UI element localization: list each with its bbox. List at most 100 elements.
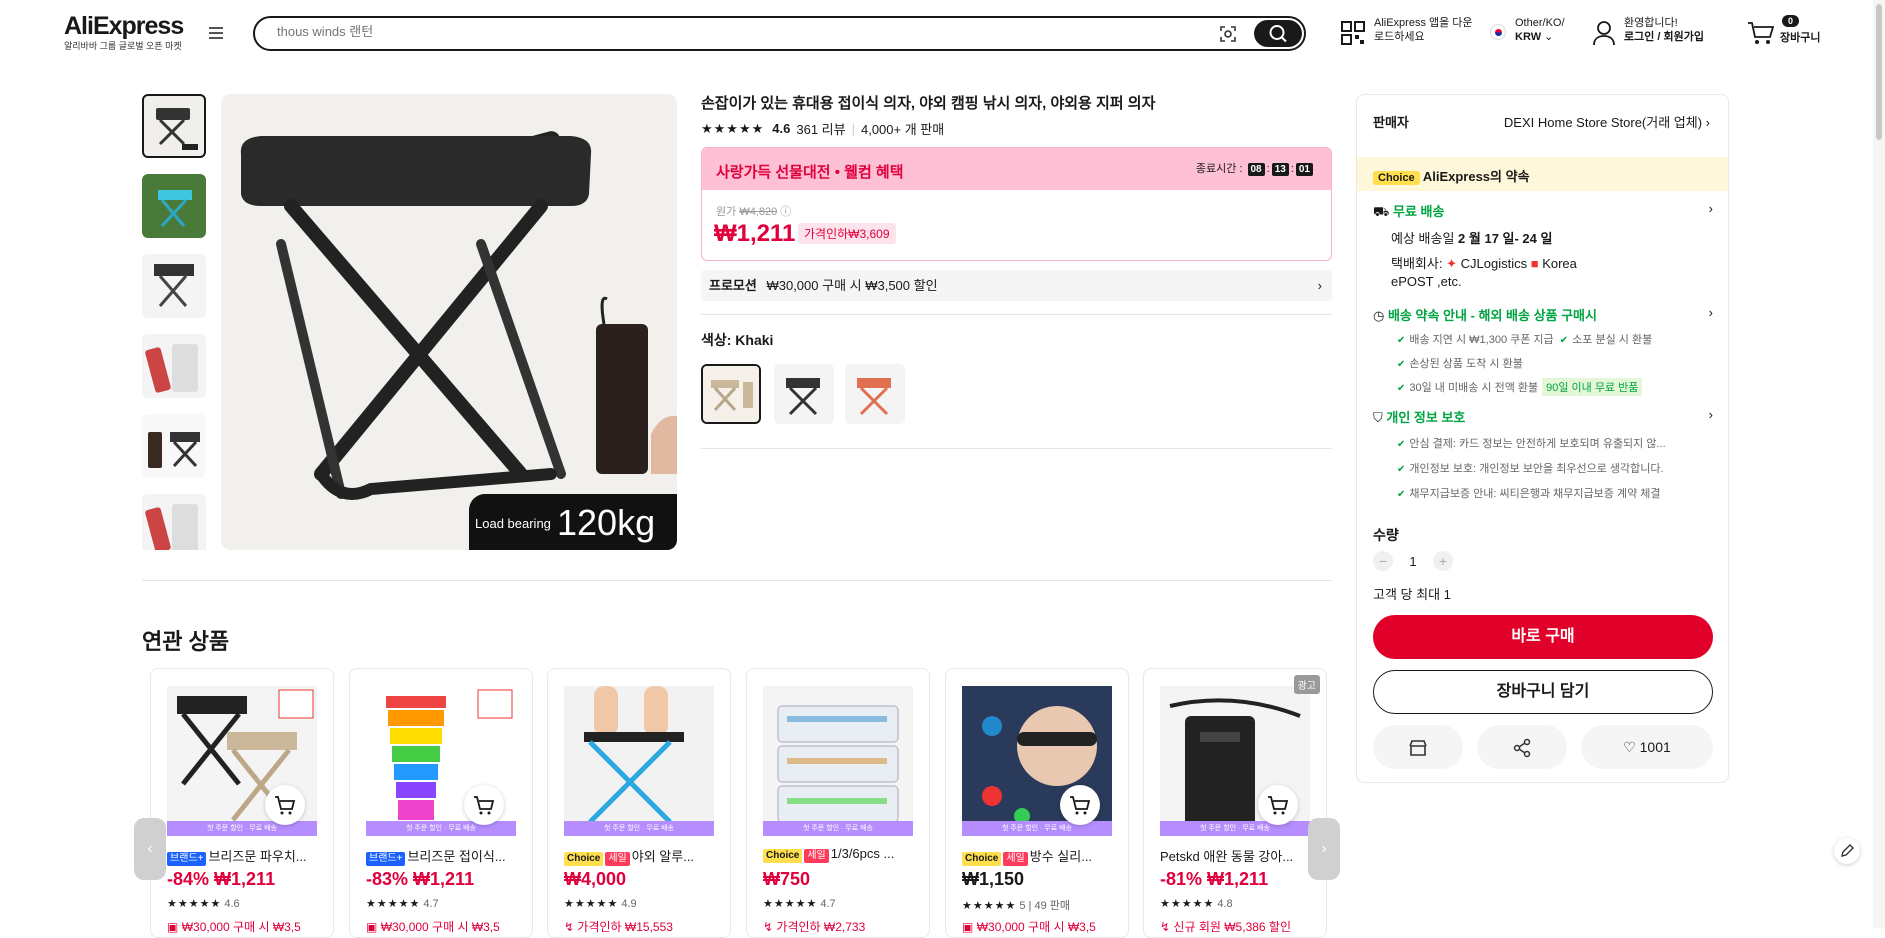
- promo-strip: 첫 주문 할인 · 무료 배송: [564, 821, 714, 836]
- promotion-row[interactable]: 프로모션 ₩30,000 구매 시 ₩3,500 할인 ›: [701, 270, 1332, 301]
- product-card[interactable]: 첫 주문 할인 · 무료 배송 광고 Petskd 애완 동물 강아... -8…: [1143, 668, 1327, 938]
- coupon-icon: ▣: [366, 920, 378, 934]
- product-card-discount: -83%: [366, 869, 409, 889]
- product-card[interactable]: 첫 주문 할인 · 무료 배송 Choice 세일 1/3/6pcs ... ₩75…: [746, 668, 930, 938]
- color-label: 색상: Khaki: [701, 332, 774, 348]
- promotion-label: 프로모션: [709, 278, 757, 293]
- delivery-guarantee-section[interactable]: ◷ 배송 약속 안내 - 해외 배송 상품 구매시 › ✔ 배송 지연 시 ₩1,3…: [1373, 305, 1713, 396]
- color-swatch-black[interactable]: [774, 364, 834, 424]
- product-card-coupon: ₩30,000 구매 시 ₩3,5: [380, 920, 500, 934]
- product-card-sold: 49 판매: [1034, 900, 1071, 912]
- share-button[interactable]: [1477, 725, 1567, 769]
- login-link[interactable]: 로그인 / 회원가입: [1624, 31, 1704, 43]
- delivery-dates: 2 월 17 일- 24 일: [1458, 231, 1553, 246]
- main-product-image[interactable]: Load bearing 120kg: [221, 94, 677, 550]
- product-card-rating: 4.6: [224, 898, 240, 910]
- account-menu[interactable]: 환영합니다! 로그인 / 회원가입: [1624, 16, 1704, 44]
- carrier-name-1: CJLogistics: [1460, 256, 1528, 271]
- rating-stars-icon: ★★★★★: [962, 900, 1017, 912]
- info-icon[interactable]: ⓘ: [780, 206, 791, 218]
- carrier-label: 택배회사:: [1391, 256, 1443, 271]
- choice-badge: Choice: [763, 849, 803, 863]
- add-to-cart-icon[interactable]: [1060, 785, 1100, 825]
- aliexpress-logo[interactable]: AliExpress 알리바바 그룹 글로벌 오픈 마켓: [64, 12, 184, 52]
- thumbnail-1[interactable]: [142, 94, 206, 158]
- carousel-prev-button[interactable]: ‹: [134, 818, 166, 880]
- add-to-cart-icon[interactable]: [265, 785, 305, 825]
- color-swatch-orange[interactable]: [845, 364, 905, 424]
- product-card-rating: 4.7: [423, 898, 439, 910]
- sale-price: ₩1,211: [714, 220, 796, 247]
- choice-promise-text: AliExpress의 약속: [1422, 169, 1530, 184]
- app-download-link[interactable]: AliExpress 앱을 다운로드하세요: [1374, 16, 1474, 44]
- product-card[interactable]: 첫 주문 할인 · 무료 배송 브랜드+ 브리즈문 접이식... -83% ₩1,…: [349, 668, 533, 938]
- price-drop-icon: ↯: [763, 920, 774, 934]
- store-button[interactable]: [1373, 725, 1463, 769]
- quantity-minus-button[interactable]: −: [1373, 551, 1393, 571]
- qr-code-icon[interactable]: [1340, 20, 1366, 46]
- wishlist-button[interactable]: ♡ 1001: [1581, 725, 1713, 769]
- thumbnail-5[interactable]: [142, 414, 206, 478]
- product-card-price: ₩1,211: [214, 869, 276, 889]
- sale-badge: 세일: [605, 852, 630, 866]
- image-search-icon[interactable]: [1218, 24, 1238, 44]
- add-to-cart-button[interactable]: 장바구니 담기: [1373, 670, 1713, 714]
- seller-store-link[interactable]: DEXI Home Store Store(거래 업체) ›: [1504, 112, 1710, 131]
- search-bar: [253, 16, 1306, 51]
- color-swatch-khaki[interactable]: [701, 364, 761, 424]
- review-count-link[interactable]: 361 리뷰: [796, 119, 845, 138]
- check-icon: ✔: [1397, 383, 1406, 394]
- product-card-name: 브리즈문 파우치...: [208, 849, 307, 864]
- search-button[interactable]: [1254, 20, 1302, 47]
- thumbnail-2[interactable]: [142, 174, 206, 238]
- product-card-discount: -84%: [167, 869, 210, 889]
- product-card[interactable]: 첫 주문 할인 · 무료 배송 브랜드+ 브리즈문 파우치... -84% ₩1,…: [150, 668, 334, 938]
- seller-label: 판매자: [1373, 115, 1409, 130]
- thumbnail-list: [142, 94, 206, 550]
- product-card-price: ₩1,211: [1207, 869, 1269, 889]
- product-card-name: 1/3/6pcs ...: [830, 846, 895, 861]
- page-scrollbar[interactable]: [1873, 0, 1885, 928]
- add-to-cart-icon[interactable]: [1258, 785, 1298, 825]
- quantity-plus-button[interactable]: +: [1433, 551, 1453, 571]
- cart-label[interactable]: 장바구니: [1780, 31, 1820, 45]
- thumbnail-4[interactable]: [142, 334, 206, 398]
- purchase-panel: 판매자 DEXI Home Store Store(거래 업체) › Choic…: [1356, 94, 1729, 783]
- privacy-section[interactable]: ⛉ 개인 정보 보호 › ✔ 안심 결제: 카드 정보는 안전하게 보호되며 유출되…: [1373, 407, 1713, 501]
- add-to-cart-icon[interactable]: [464, 785, 504, 825]
- guarantee-title: 배송 약속 안내 - 해외 배송 상품 구매시: [1387, 308, 1597, 323]
- user-icon[interactable]: [1592, 20, 1616, 46]
- quantity-value[interactable]: 1: [1393, 554, 1433, 569]
- region-selector[interactable]: Other/KO/ KRW ⌄: [1515, 16, 1565, 44]
- buy-now-button[interactable]: 바로 구매: [1373, 615, 1713, 659]
- share-icon: [1513, 739, 1531, 758]
- timer-seconds: 01: [1295, 163, 1313, 176]
- check-icon: ✔: [1397, 439, 1406, 450]
- price-drop-icon: ↯: [1160, 920, 1171, 934]
- sale-badge: 세일: [1003, 852, 1028, 866]
- product-card-coupon: ₩30,000 구매 시 ₩3,5: [976, 920, 1096, 934]
- event-subtitle: • 웰컴 혜택: [830, 164, 904, 181]
- region-text: Other/KO/: [1515, 17, 1565, 29]
- scrollbar-thumb[interactable]: [1876, 4, 1882, 140]
- chevron-right-icon: ›: [1708, 407, 1713, 422]
- original-price-value: ₩4,820: [739, 206, 778, 218]
- timer-hours: 08: [1247, 163, 1265, 176]
- thumbnail-6[interactable]: [142, 494, 206, 550]
- store-icon: [1409, 740, 1427, 757]
- wishlist-count: 1001: [1639, 739, 1671, 755]
- menu-icon[interactable]: [208, 24, 224, 40]
- edit-feedback-button[interactable]: [1834, 838, 1860, 864]
- search-input[interactable]: [277, 24, 1177, 39]
- brand-plus-badge: 브랜드+: [167, 852, 207, 866]
- carousel-next-button[interactable]: ›: [1308, 818, 1340, 880]
- product-card-price: ₩1,211: [413, 869, 475, 889]
- product-card[interactable]: 첫 주문 할인 · 무료 배송 Choice 세일 방수 실리... ₩1,150 …: [945, 668, 1129, 938]
- thumbnail-3[interactable]: [142, 254, 206, 318]
- privacy-item-3: 채무지급보증 안내: 씨티은행과 채무지급보증 계약 체결: [1409, 488, 1661, 500]
- product-card[interactable]: 첫 주문 할인 · 무료 배송 Choice 세일 야외 알루... ₩4,000 …: [547, 668, 731, 938]
- shipping-section[interactable]: ⛟ 무료 배송 › 예상 배송일 2 월 17 일- 24 일 택배회사: ✦ C…: [1373, 201, 1713, 289]
- free-return-badge: 90일 이내 무료 반품: [1542, 378, 1643, 396]
- chevron-right-icon: ›: [1708, 305, 1713, 320]
- cart-icon[interactable]: [1747, 20, 1775, 46]
